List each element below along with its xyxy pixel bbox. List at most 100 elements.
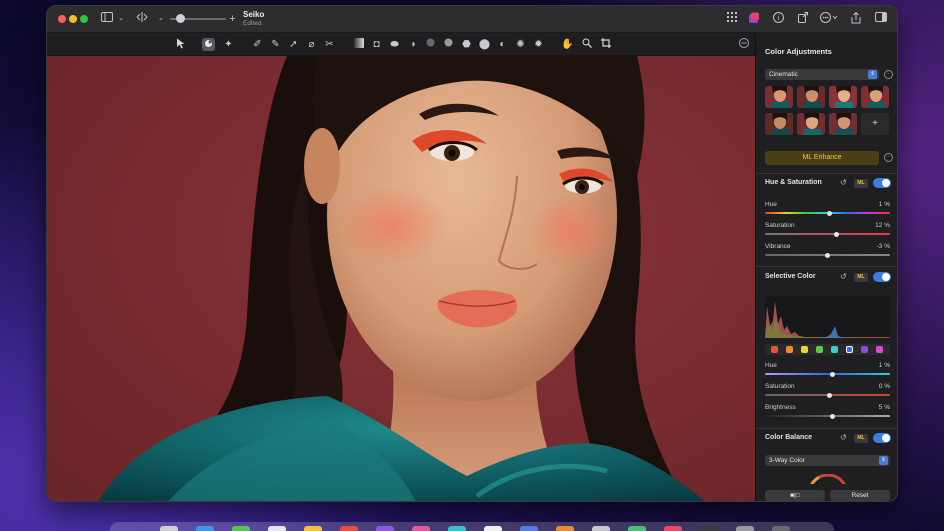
sparkle-icon[interactable]: ✹ (532, 38, 545, 51)
add-preset-button[interactable]: + (861, 113, 889, 135)
slider-knob[interactable] (834, 232, 839, 237)
selective-hue-slider[interactable] (765, 373, 890, 375)
gradient-icon[interactable] (352, 38, 365, 51)
dock-app-icon[interactable] (772, 526, 790, 531)
sidebar-icon[interactable] (100, 12, 114, 26)
selective-brightness-slider[interactable] (765, 415, 890, 417)
dock-app-icon[interactable] (160, 526, 178, 531)
slider-knob[interactable] (827, 211, 832, 216)
dock-app-icon[interactable] (592, 526, 610, 531)
reset-icon[interactable]: ↺ (840, 178, 847, 187)
swatch-blue[interactable] (846, 346, 853, 353)
toolbar-more-icon[interactable] (737, 38, 750, 51)
dock-app-icon[interactable] (340, 526, 358, 531)
reset-icon[interactable]: ↺ (840, 272, 847, 281)
dock-app-icon[interactable] (268, 526, 286, 531)
swatch-aqua[interactable] (831, 346, 838, 353)
preset-thumbnail[interactable] (797, 113, 825, 135)
preset-thumbnail[interactable] (829, 113, 857, 135)
dock-app-icon[interactable] (628, 526, 646, 531)
dock-app-icon[interactable] (376, 526, 394, 531)
dock-app-icon[interactable] (196, 526, 214, 531)
preset-options-icon[interactable]: - (884, 70, 893, 79)
eraser-icon[interactable]: ⌀ (305, 38, 318, 51)
ml-enhance-options-icon[interactable]: - (884, 153, 893, 162)
lasso-icon[interactable]: ✎ (269, 38, 282, 51)
info-icon[interactable]: i (772, 12, 785, 26)
color-balance-mode-dropdown[interactable]: 3-Way Color ⇕ (765, 455, 890, 466)
slider-knob[interactable] (830, 414, 835, 419)
retouch-icon[interactable]: ✂ (323, 38, 336, 51)
share-export-icon[interactable] (797, 12, 809, 26)
hue-saturation-toggle[interactable] (873, 178, 891, 188)
swatch-red[interactable] (771, 346, 778, 353)
dock-app-icon[interactable] (664, 526, 682, 531)
light-icon[interactable]: ✺ (514, 38, 527, 51)
zoom-slider-knob[interactable] (176, 14, 185, 23)
preset-thumbnail[interactable] (765, 113, 793, 135)
zoom-icon[interactable] (580, 38, 593, 51)
swatch-orange[interactable] (786, 346, 793, 353)
dock-app-icon[interactable] (448, 526, 466, 531)
reset-icon[interactable]: ↺ (840, 433, 847, 442)
crop-icon[interactable] (599, 38, 612, 51)
saturation-slider[interactable] (765, 233, 890, 235)
image-canvas[interactable] (47, 56, 755, 501)
quick-selection-icon[interactable]: ✐ (251, 38, 264, 51)
swatch-green[interactable] (816, 346, 823, 353)
ml-badge[interactable]: ML (854, 273, 868, 282)
dock-app-icon[interactable] (304, 526, 322, 531)
zoom-in-icon[interactable]: + (229, 12, 236, 26)
selective-color-toggle[interactable] (873, 272, 891, 282)
dock-app-icon[interactable] (556, 526, 574, 531)
swatch-purple[interactable] (861, 346, 868, 353)
contrast-icon[interactable]: ◐ (496, 38, 509, 51)
slider-knob[interactable] (825, 253, 830, 258)
preset-thumbnail[interactable] (829, 86, 857, 108)
sharpen-icon[interactable] (442, 38, 455, 51)
share-icon[interactable] (850, 11, 862, 26)
reset-button[interactable]: Reset (830, 490, 890, 501)
color-balance-toggle[interactable] (873, 433, 891, 443)
dock-app-icon[interactable] (484, 526, 502, 531)
dock-app-icon[interactable] (520, 526, 538, 531)
preset-thumbnail[interactable] (765, 86, 793, 108)
magic-wand-icon[interactable]: ✦ (222, 38, 235, 51)
minimize-window-button[interactable] (69, 15, 77, 23)
compare-icon[interactable] (135, 12, 149, 26)
dock-app-icon[interactable] (232, 526, 250, 531)
blur-icon[interactable] (424, 38, 437, 51)
swatch-magenta[interactable] (876, 346, 883, 353)
close-window-button[interactable] (58, 15, 66, 23)
dock-app-icon[interactable] (736, 526, 754, 531)
lasso-alt-icon[interactable]: ➚ (287, 38, 300, 51)
dock-app-icon[interactable] (700, 526, 718, 531)
ml-badge[interactable]: ML (854, 434, 868, 443)
bandage-icon[interactable]: ⬬ (388, 38, 401, 51)
zoom-window-button[interactable] (80, 15, 88, 23)
extensions-icon[interactable] (747, 12, 761, 26)
pointer-tool-icon[interactable] (174, 38, 187, 51)
zoom-out-icon[interactable]: - (158, 12, 164, 26)
fill-bucket-icon[interactable]: ◘ (370, 38, 383, 51)
preset-dropdown[interactable]: Cinematic ⇕ (765, 69, 879, 80)
chevron-down-icon[interactable]: ⌄ (117, 12, 125, 26)
swatch-yellow[interactable] (801, 346, 808, 353)
preset-thumbnail[interactable] (861, 86, 889, 108)
color-wheel[interactable] (806, 474, 850, 484)
slider-knob[interactable] (827, 393, 832, 398)
ml-enhance-button[interactable]: ML Enhance (765, 151, 879, 165)
dock-app-icon[interactable] (412, 526, 430, 531)
clone-icon[interactable]: ◑ (406, 38, 419, 51)
sponge-icon[interactable]: ⬤ (478, 38, 491, 51)
ml-badge[interactable]: ML (854, 179, 868, 188)
before-after-button[interactable]: ■|□ (765, 490, 825, 501)
inspector-icon[interactable] (874, 12, 888, 26)
grid-icon[interactable] (726, 12, 738, 26)
brush-tool-icon[interactable] (202, 38, 215, 51)
smudge-icon[interactable]: ⬣ (460, 38, 473, 51)
more-icon[interactable] (819, 12, 839, 26)
preset-thumbnail[interactable] (797, 86, 825, 108)
slider-knob[interactable] (830, 372, 835, 377)
hand-icon[interactable]: ✋ (561, 38, 574, 51)
